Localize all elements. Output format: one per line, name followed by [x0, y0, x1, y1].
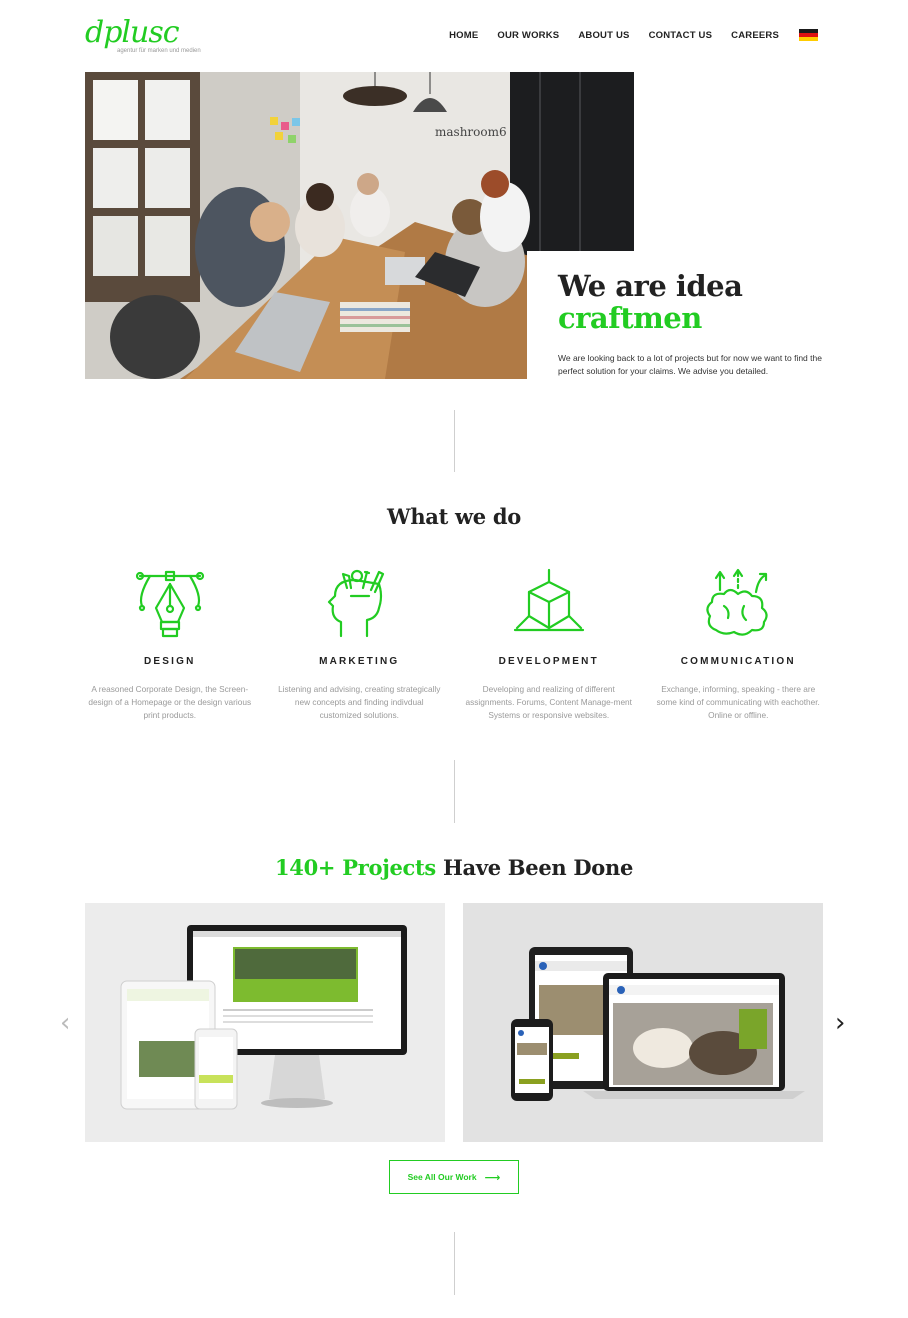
- logo-text: dplusc: [85, 15, 180, 50]
- wall-sign: mashroom6: [435, 125, 507, 139]
- service-design: DESIGN A reasoned Corporate Design, the …: [75, 566, 265, 722]
- project-slide[interactable]: [463, 903, 823, 1142]
- service-communication: COMMUNICATION Exchange, informing, speak…: [644, 566, 834, 722]
- hero-title-line1: We are idea: [558, 269, 743, 303]
- see-all-work-label: See All Our Work: [407, 1172, 477, 1182]
- divider-line: [454, 760, 455, 823]
- projects-title: 140+ Projects Have Been Done: [0, 855, 908, 880]
- logo-tagline: agentur für marken und medien: [117, 48, 201, 54]
- german-flag-icon[interactable]: [799, 29, 818, 41]
- head-with-pencils-icon: [328, 569, 385, 638]
- nav-about-us[interactable]: ABOUT US: [578, 30, 629, 41]
- cube-icon: [513, 568, 584, 632]
- project-mockup-image: [463, 903, 823, 1142]
- service-title: DESIGN: [143, 656, 196, 667]
- project-slide[interactable]: [85, 903, 445, 1142]
- nav-our-works[interactable]: OUR WORKS: [497, 30, 559, 41]
- arrow-right-icon: ⟶: [484, 1170, 501, 1184]
- services-list: DESIGN A reasoned Corporate Design, the …: [75, 566, 833, 722]
- logo[interactable]: dplusc agentur für marken und medien: [85, 14, 205, 58]
- divider-line: [454, 410, 455, 472]
- service-text: Exchange, informing, speaking - there ar…: [656, 684, 820, 720]
- projects-title-highlight: 140+ Projects: [274, 855, 436, 880]
- service-title: MARKETING: [319, 656, 400, 667]
- carousel-prev-arrow[interactable]: ‹: [60, 1010, 70, 1036]
- nav-careers[interactable]: CAREERS: [731, 30, 779, 41]
- divider-line: [454, 1232, 455, 1295]
- service-text: Developing and realizing of different as…: [465, 684, 632, 720]
- service-text: A reasoned Corporate Design, the Screen-…: [88, 684, 252, 720]
- nav-home[interactable]: HOME: [449, 30, 478, 41]
- see-all-work-button[interactable]: See All Our Work ⟶: [389, 1160, 519, 1194]
- service-text: Listening and advising, creating strateg…: [278, 684, 441, 720]
- hero-text: We are looking back to a lot of projects…: [558, 353, 822, 376]
- hero-title-line2: craftmen: [558, 301, 702, 335]
- service-title: DEVELOPMENT: [498, 656, 599, 667]
- projects-title-rest: Have Been Done: [442, 855, 634, 880]
- nav-contact-us[interactable]: CONTACT US: [649, 30, 713, 41]
- carousel-next-arrow[interactable]: ›: [835, 1010, 845, 1036]
- main-nav: HOME OUR WORKS ABOUT US CONTACT US CAREE…: [430, 29, 818, 41]
- project-mockup-image: [85, 903, 445, 1142]
- pen-tool-icon: [135, 570, 204, 638]
- services-title: What we do: [387, 504, 521, 529]
- service-marketing: MARKETING Listening and advising, creati…: [265, 566, 455, 722]
- service-development: DEVELOPMENT Developing and realizing of …: [454, 566, 644, 722]
- hero-title: We are idea craftmen: [558, 269, 743, 335]
- brain-arrows-icon: [706, 568, 768, 636]
- service-title: COMMUNICATION: [680, 656, 796, 667]
